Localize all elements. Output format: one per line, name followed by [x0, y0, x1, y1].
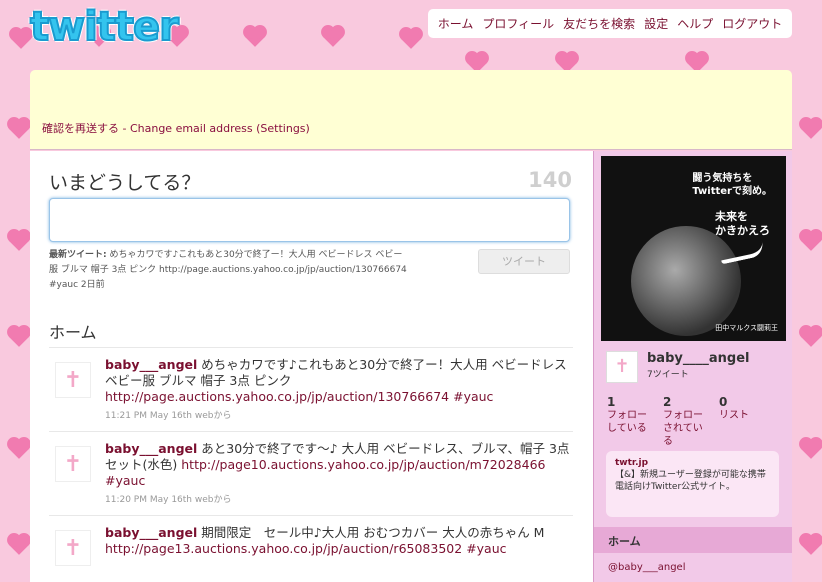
sidebar-home-item[interactable]: ホーム: [594, 527, 792, 553]
heart-icon: [9, 119, 29, 139]
tweet-username[interactable]: baby___angel: [105, 441, 197, 456]
heart-icon: [801, 327, 821, 347]
tweet-username[interactable]: baby___angel: [105, 525, 197, 540]
nav-settings[interactable]: 設定: [644, 15, 668, 32]
status-input[interactable]: [49, 198, 570, 242]
nav-home[interactable]: ホーム: [438, 15, 474, 32]
stat-number: 2: [663, 395, 672, 409]
tweet-button[interactable]: ツイート: [478, 249, 570, 274]
ad-subheadline: 未来を かきかえろ: [715, 210, 770, 238]
ad-headline: 闘う気持ちを Twitterで刻め。: [692, 172, 772, 198]
timeline-item: ✝ baby___angel あと30分で終了です〜♪ 大人用 ベビードレス、ブ…: [49, 431, 573, 515]
timeline-item: ✝ baby___angel めちゃカワです♪これもあと30分で終了ー！大人用 …: [49, 347, 573, 431]
profile-name[interactable]: baby____angel: [647, 351, 749, 366]
tweet-meta[interactable]: 11:21 PM May 16th webから: [105, 408, 573, 421]
latest-tweet: 最新ツイート: めちゃカワです♪これもあと30分で終了ー！大人用 ベビードレス …: [49, 248, 411, 293]
heart-icon: [9, 439, 29, 459]
tweet-hashtag[interactable]: #yauc: [466, 541, 506, 556]
lists-stat[interactable]: 0 リスト: [719, 395, 761, 448]
stat-label: フォロー している: [607, 410, 647, 434]
heart-icon: [801, 231, 821, 251]
tweet-hashtag[interactable]: #yauc: [105, 473, 145, 488]
stat-label: フォロー されている: [663, 410, 703, 447]
top-navigation: ホーム プロフィール 友だちを検索 設定 ヘルプ ログアウト: [428, 9, 792, 38]
sidebar: 闘う気持ちを Twitterで刻め。 未来を かきかえろ 田中マルクス闘莉王 ✝…: [593, 151, 792, 582]
heart-icon: [9, 231, 29, 251]
heart-icon: [323, 27, 343, 47]
stat-label: リスト: [719, 410, 749, 421]
heart-icon: [801, 535, 821, 555]
nav-find-friends[interactable]: 友だちを検索: [563, 15, 635, 32]
promo-title[interactable]: twtr.jp: [615, 457, 770, 469]
tweet-text: baby___angel めちゃカワです♪これもあと30分で終了ー！大人用 ベビ…: [105, 357, 573, 405]
tweet-count: 7ツイート: [647, 370, 689, 380]
tweet-link[interactable]: http://page13.auctions.yahoo.co.jp/jp/au…: [105, 541, 462, 556]
tweet-hashtag[interactable]: #yauc: [453, 389, 493, 404]
timeline: ✝ baby___angel めちゃカワです♪これもあと30分で終了ー！大人用 …: [49, 347, 573, 582]
nike-ad-banner[interactable]: 闘う気持ちを Twitterで刻め。 未来を かきかえろ 田中マルクス闘莉王: [601, 156, 786, 341]
nav-profile[interactable]: プロフィール: [482, 15, 554, 32]
tweet-link[interactable]: http://page.auctions.yahoo.co.jp/jp/auct…: [105, 389, 449, 404]
ad-line-3: 未来を: [715, 210, 748, 223]
char-counter: 140: [528, 168, 572, 192]
following-stat[interactable]: 1 フォロー している: [607, 395, 649, 448]
tweet-username[interactable]: baby___angel: [105, 357, 197, 372]
latest-tweet-label: 最新ツイート:: [49, 250, 107, 260]
nav-help[interactable]: ヘルプ: [677, 15, 713, 32]
heart-icon: [9, 327, 29, 347]
tweet-link[interactable]: http://page10.auctions.yahoo.co.jp/jp/au…: [181, 457, 545, 472]
heart-icon: [401, 29, 421, 49]
athlete-photo: [631, 226, 741, 336]
tweet-text: baby___angel 期間限定 セール中♪大人用 おむつカバー 大人の赤ちゃ…: [105, 525, 573, 557]
timeline-item: ✝ baby___angel 期間限定 セール中♪大人用 おむつカバー 大人の赤…: [49, 515, 573, 582]
followers-stat[interactable]: 2 フォロー されている: [663, 395, 705, 448]
latest-tweet-time[interactable]: 2日前: [81, 280, 105, 290]
nav-logout[interactable]: ログアウト: [722, 15, 782, 32]
twitter-logo[interactable]: twitter: [29, 3, 180, 51]
heart-icon: [11, 29, 31, 49]
ad-caption: 田中マルクス闘莉王: [715, 324, 778, 332]
follow-stats: 1 フォロー している 2 フォロー されている 0 リスト: [607, 395, 761, 448]
ad-line-1: 闘う気持ちを: [692, 173, 753, 184]
sidebar-mention-link[interactable]: @baby___angel: [608, 562, 686, 573]
status-prompt: いまどうしてる？: [49, 172, 201, 194]
twtr-jp-promo: twtr.jp 【&】新規ユーザー登録が可能な携帯電話向けTwitter公式サイ…: [606, 451, 779, 517]
promo-body: 【&】新規ユーザー登録が可能な携帯電話向けTwitter公式サイト。: [615, 470, 766, 492]
resend-confirmation-link[interactable]: 確認を再送する - Change email address (Settings…: [42, 120, 310, 136]
tweet-text: baby___angel あと30分で終了です〜♪ 大人用 ベビードレス、ブルマ…: [105, 441, 573, 489]
heart-icon: [801, 439, 821, 459]
ad-line-4: かきかえろ: [715, 224, 770, 237]
main-content: いまどうしてる？ 140 最新ツイート: めちゃカワです♪これもあと30分で終了…: [30, 151, 593, 582]
tweet-body: 期間限定 セール中♪大人用 おむつカバー 大人の赤ちゃん M: [201, 525, 545, 540]
ad-line-2: Twitterで刻め。: [692, 186, 772, 197]
avatar-icon[interactable]: ✝: [55, 530, 91, 566]
heart-icon: [245, 27, 265, 47]
tweet-meta[interactable]: 11:20 PM May 16th webから: [105, 492, 573, 505]
stat-number: 1: [607, 395, 616, 409]
avatar-icon[interactable]: ✝: [55, 362, 91, 398]
heart-icon: [9, 535, 29, 555]
heart-icon: [801, 119, 821, 139]
stat-number: 0: [719, 395, 728, 409]
avatar-icon[interactable]: ✝: [55, 446, 91, 482]
timeline-title: ホーム: [49, 323, 97, 342]
email-confirm-notice: 確認を再送する - Change email address (Settings…: [30, 70, 792, 150]
profile-avatar[interactable]: ✝: [606, 351, 638, 383]
